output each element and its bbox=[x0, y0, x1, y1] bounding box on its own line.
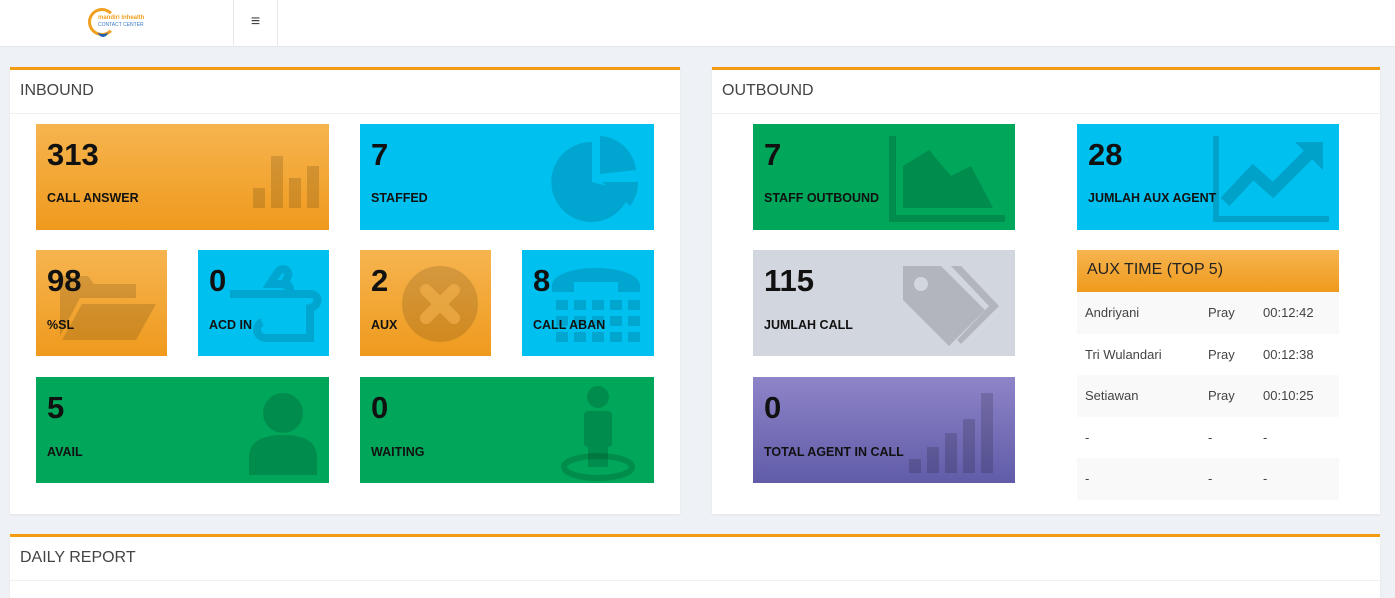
staff-outbound-tile[interactable]: 7 STAFF OUTBOUND bbox=[753, 124, 1015, 230]
agent-name: - bbox=[1085, 471, 1090, 486]
agent-in-call-tile[interactable]: 0 TOTAL AGENT IN CALL bbox=[753, 377, 1015, 483]
divider bbox=[10, 580, 1380, 581]
jumlah-call-tile[interactable]: 115 JUMLAH CALL bbox=[753, 250, 1015, 356]
aux-duration: 00:12:38 bbox=[1263, 347, 1314, 362]
acd-in-value: 0 bbox=[209, 263, 227, 298]
agent-in-call-label: TOTAL AGENT IN CALL bbox=[764, 445, 904, 459]
aux-status: Pray bbox=[1208, 305, 1235, 320]
aux-value: 2 bbox=[371, 263, 389, 298]
acd-in-label: ACD IN bbox=[209, 318, 253, 332]
aux-agent-label: JUMLAH AUX AGENT bbox=[1088, 191, 1217, 205]
aux-row: - - - bbox=[1077, 458, 1339, 500]
aux-row: - - - bbox=[1077, 417, 1339, 459]
times-circle-icon bbox=[402, 266, 478, 342]
avail-tile[interactable]: 5 AVAIL bbox=[36, 377, 329, 483]
top-navbar: mandiri inhealth CONTACT CENTER ≡ bbox=[0, 0, 1395, 47]
logo-subtext: CONTACT CENTER bbox=[98, 22, 144, 28]
logo-smile-icon bbox=[98, 32, 108, 37]
call-aban-value: 8 bbox=[533, 263, 551, 298]
tags-icon bbox=[903, 266, 999, 346]
aux-duration: 00:12:42 bbox=[1263, 305, 1314, 320]
aux-duration: 00:10:25 bbox=[1263, 388, 1314, 403]
daily-report-panel: DAILY REPORT bbox=[10, 534, 1380, 598]
call-answer-tile[interactable]: 313 CALL ANSWER bbox=[36, 124, 329, 230]
line-chart-icon bbox=[1213, 136, 1329, 222]
aux-row: Andriyani Pray 00:12:42 bbox=[1077, 292, 1339, 334]
call-answer-label: CALL ANSWER bbox=[47, 191, 139, 205]
area-chart-icon bbox=[889, 136, 1005, 222]
inbound-title: INBOUND bbox=[20, 82, 94, 99]
aux-status: - bbox=[1208, 471, 1213, 486]
user-icon bbox=[249, 393, 317, 475]
daily-report-title: DAILY REPORT bbox=[20, 549, 136, 566]
signal-bars-icon bbox=[909, 393, 993, 473]
divider bbox=[712, 113, 1380, 114]
aux-duration: - bbox=[1263, 430, 1268, 445]
street-view-icon bbox=[561, 386, 635, 481]
aux-agent-tile[interactable]: 28 JUMLAH AUX AGENT bbox=[1077, 124, 1339, 230]
sidebar-toggle-button[interactable]: ≡ bbox=[233, 0, 278, 47]
agent-in-call-value: 0 bbox=[764, 390, 782, 425]
outbound-title: OUTBOUND bbox=[722, 82, 814, 99]
aux-tile[interactable]: 2 AUX bbox=[360, 250, 491, 356]
divider bbox=[10, 113, 680, 114]
aux-row: Setiawan Pray 00:10:25 bbox=[1077, 375, 1339, 417]
agent-name: - bbox=[1085, 430, 1090, 445]
hand-pointing-icon bbox=[230, 265, 322, 342]
agent-name: Tri Wulandari bbox=[1085, 347, 1162, 362]
jumlah-call-label: JUMLAH CALL bbox=[764, 318, 853, 332]
waiting-tile[interactable]: 0 WAITING bbox=[360, 377, 654, 483]
waiting-label: WAITING bbox=[371, 445, 425, 459]
aux-agent-value: 28 bbox=[1088, 137, 1123, 172]
call-answer-value: 313 bbox=[47, 137, 99, 172]
staffed-value: 7 bbox=[371, 137, 389, 172]
logo-text: mandiri inhealth bbox=[98, 15, 145, 21]
aux-row: Tri Wulandari Pray 00:12:38 bbox=[1077, 334, 1339, 376]
hamburger-icon: ≡ bbox=[250, 13, 261, 30]
staff-outbound-label: STAFF OUTBOUND bbox=[764, 191, 880, 205]
staffed-label: STAFFED bbox=[371, 191, 428, 205]
service-level-tile[interactable]: 98 %SL bbox=[36, 250, 167, 356]
aux-status: - bbox=[1208, 430, 1213, 445]
pie-chart-icon bbox=[551, 136, 639, 222]
aux-time-header: AUX TIME (TOP 5) bbox=[1077, 250, 1339, 292]
service-level-label: %SL bbox=[47, 318, 75, 332]
agent-name: Andriyani bbox=[1085, 305, 1140, 320]
call-aban-tile[interactable]: 8 CALL ABAN bbox=[522, 250, 654, 356]
aux-duration: - bbox=[1263, 471, 1268, 486]
bar-chart-icon bbox=[253, 156, 319, 208]
jumlah-call-value: 115 bbox=[764, 263, 815, 298]
aux-status: Pray bbox=[1208, 388, 1235, 403]
staffed-tile[interactable]: 7 STAFFED bbox=[360, 124, 654, 230]
agent-name: Setiawan bbox=[1085, 388, 1139, 403]
staff-outbound-value: 7 bbox=[764, 137, 782, 172]
aux-label: AUX bbox=[371, 318, 398, 332]
waiting-value: 0 bbox=[371, 390, 389, 425]
acd-in-tile[interactable]: 0 ACD IN bbox=[198, 250, 329, 356]
call-aban-label: CALL ABAN bbox=[533, 318, 606, 332]
avail-label: AVAIL bbox=[47, 445, 83, 459]
aux-status: Pray bbox=[1208, 347, 1235, 362]
service-level-value: 98 bbox=[47, 263, 82, 298]
avail-value: 5 bbox=[47, 390, 65, 425]
logo[interactable]: mandiri inhealth CONTACT CENTER bbox=[86, 6, 146, 38]
